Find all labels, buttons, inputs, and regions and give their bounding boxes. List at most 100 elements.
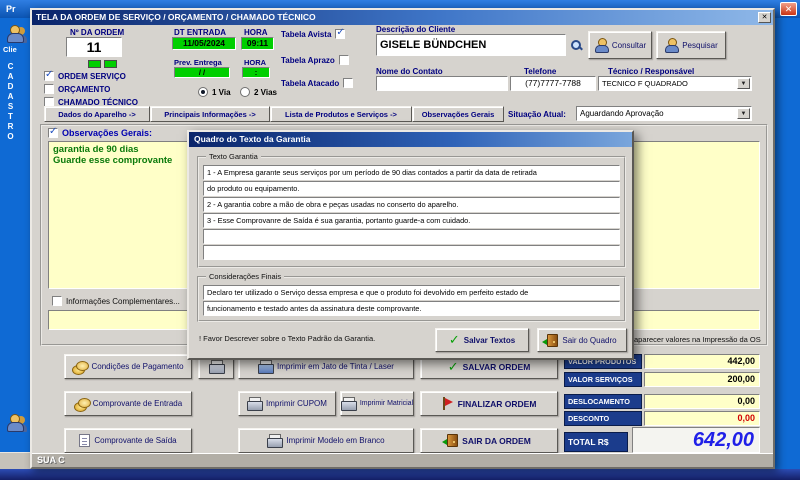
- checkbox-checked-icon[interactable]: [335, 27, 346, 39]
- clients-toolbar-button[interactable]: [6, 25, 24, 47]
- entry-time-field[interactable]: 09:11: [241, 37, 274, 50]
- entry-date-field[interactable]: 11/05/2024: [172, 37, 236, 50]
- order-number-field[interactable]: 11: [66, 37, 122, 57]
- sair-ordem-button[interactable]: SAIR DA ORDEM: [420, 428, 558, 453]
- chevron-down-icon[interactable]: [737, 108, 750, 119]
- comprovante-saida-label: Comprovante de Saída: [94, 436, 177, 445]
- chevron-down-icon[interactable]: [737, 78, 750, 89]
- consideracoes-line-2[interactable]: funcionamento e testado antes da assinat…: [203, 301, 620, 316]
- deslocamento-value[interactable]: 0,00: [644, 394, 760, 409]
- tab-observacoes-gerais[interactable]: Observações Gerais: [412, 106, 504, 122]
- valor-produtos-value[interactable]: 442,00: [644, 354, 760, 369]
- checkbox-icon[interactable]: [44, 84, 54, 94]
- garantia-line-1[interactable]: 1 - A Empresa garante seus serviços por …: [203, 165, 620, 180]
- checkbox-icon[interactable]: [343, 78, 354, 88]
- salvar-textos-button[interactable]: Salvar Textos: [435, 328, 529, 352]
- comprovante-saida-button[interactable]: Comprovante de Saída: [64, 428, 192, 453]
- imprimir-matricial-label: Imprimir Matricial: [359, 400, 414, 407]
- finalizar-ordem-button[interactable]: FINALIZAR ORDEM: [420, 391, 558, 416]
- taskbar[interactable]: [0, 469, 800, 480]
- salvar-textos-label: Salvar Textos: [463, 335, 516, 345]
- tech-value: TECNICO F QUADRADO: [602, 79, 688, 88]
- radio-1-via[interactable]: 1 Via: [198, 87, 231, 97]
- tabela-atacado-label: Tabela Atacado: [281, 78, 340, 88]
- tech-dropdown[interactable]: TECNICO F QUADRADO: [598, 76, 752, 91]
- tab-label: Dados do Aparelho ->: [58, 109, 136, 119]
- client-search-icon[interactable]: [570, 38, 582, 56]
- phone-field[interactable]: (77)7777-7788: [510, 76, 596, 91]
- radio-selected-icon[interactable]: [198, 87, 208, 97]
- pesquisar-button[interactable]: Pesquisar: [656, 31, 726, 59]
- prev-entrega-date-field[interactable]: / /: [174, 67, 230, 78]
- order-type-orcamento[interactable]: ORÇAMENTO: [44, 84, 110, 94]
- tabela-aprazo[interactable]: Tabela Aprazo: [281, 55, 349, 65]
- window-titlebar[interactable]: TELA DA ORDEM DE SERVIÇO / ORÇAMENTO / C…: [32, 10, 773, 25]
- close-icon: ✕: [784, 4, 793, 14]
- tab-principais-informacoes[interactable]: Principais Informações ->: [150, 106, 270, 122]
- garantia-dialog: Quadro do Texto da Garantia Texto Garant…: [187, 130, 634, 360]
- observacoes-gerais-checkbox[interactable]: Observações Gerais:: [48, 126, 152, 138]
- printer-icon: [258, 360, 275, 374]
- radio-2-vias[interactable]: 2 Vias: [240, 87, 277, 97]
- entry-time-label: HORA: [244, 28, 268, 37]
- garantia-line-5[interactable]: [203, 229, 620, 244]
- tab-lista-produtos[interactable]: Lista de Produtos e Serviços ->: [270, 106, 412, 122]
- main-app-close-button[interactable]: ✕: [780, 2, 797, 16]
- salvar-ordem-label: SALVAR ORDEM: [462, 361, 531, 372]
- imprimir-matricial-button[interactable]: Imprimir Matricial: [340, 391, 414, 416]
- desconto-value[interactable]: 0,00: [644, 411, 760, 426]
- mini-green-field-1: [88, 60, 101, 68]
- comprovante-entrada-label: Comprovante de Entrada: [92, 399, 183, 408]
- bottom-toolbar-button[interactable]: [6, 414, 24, 436]
- tab-dados-aparelho[interactable]: Dados do Aparelho ->: [44, 106, 150, 122]
- garantia-line-4[interactable]: 3 - Esse Comprovanre de Saída é sua gara…: [203, 213, 620, 228]
- prev-entrega-time-field[interactable]: :: [242, 67, 270, 78]
- dialog-titlebar[interactable]: Quadro do Texto da Garantia: [189, 132, 632, 147]
- mini-green-field-2: [104, 60, 117, 68]
- sair-quadro-label: Sair do Quadro: [562, 335, 617, 345]
- radio-icon[interactable]: [240, 87, 250, 97]
- window-close-button[interactable]: ✕: [758, 12, 771, 23]
- situacao-dropdown[interactable]: Aguardando Aprovação: [576, 106, 752, 121]
- checkbox-icon[interactable]: [338, 55, 349, 65]
- main-app-title: Pr: [6, 4, 16, 14]
- sair-ordem-label: SAIR DA ORDEM: [462, 435, 531, 446]
- comprovante-entrada-button[interactable]: Comprovante de Entrada: [64, 391, 192, 416]
- informacoes-complementares-label: Informações Complementares...: [66, 296, 180, 306]
- valor-servicos-value[interactable]: 200,00: [644, 372, 760, 387]
- tabela-atacado[interactable]: Tabela Atacado: [281, 78, 354, 88]
- garantia-line-3[interactable]: 2 - A garantia cobre a mão de obra e peç…: [203, 197, 620, 212]
- informacoes-complementares-checkbox[interactable]: Informações Complementares...: [52, 296, 180, 306]
- order-type-servico[interactable]: ORDEM SERVIÇO: [44, 69, 126, 81]
- consultar-button[interactable]: Consultar: [588, 31, 652, 59]
- tabela-avista[interactable]: Tabela Avista: [281, 27, 346, 39]
- checkbox-checked-icon[interactable]: [44, 69, 54, 81]
- imprimir-modelo-branco-button[interactable]: Imprimir Modelo em Branco: [238, 428, 414, 453]
- dialog-title: Quadro do Texto da Garantia: [194, 134, 311, 144]
- imprimir-jato-label: Imprimir em Jato de Tinta / Laser: [277, 362, 394, 371]
- radio-1-via-label: 1 Via: [212, 87, 231, 97]
- situacao-label: Situação Atual:: [508, 110, 566, 119]
- close-icon: ✕: [761, 14, 768, 21]
- imprimir-cupom-button[interactable]: Imprimir CUPOM: [238, 391, 336, 416]
- tabela-avista-label: Tabela Avista: [281, 29, 332, 39]
- imprimir-cupom-label: Imprimir CUPOM: [266, 399, 327, 408]
- contact-field[interactable]: [376, 76, 508, 91]
- garantia-line-6[interactable]: [203, 245, 620, 260]
- impressao-note: aparecer valores na Impressão da OS: [634, 335, 761, 344]
- checkbox-icon[interactable]: [52, 296, 62, 306]
- condicoes-pagamento-button[interactable]: Condições de Pagamento: [64, 354, 192, 379]
- sair-quadro-button[interactable]: Sair do Quadro: [537, 328, 627, 352]
- texto-garantia-label: Texto Garantia: [206, 152, 261, 161]
- consideracoes-line-1[interactable]: Declaro ter utilizado o Serviço dessa em…: [203, 285, 620, 300]
- checkbox-checked-icon[interactable]: [48, 126, 58, 138]
- exit-door-icon: [442, 434, 459, 447]
- tabela-aprazo-label: Tabela Aprazo: [281, 55, 335, 65]
- tab-label: Lista de Produtos e Serviços ->: [285, 109, 397, 119]
- phone-label: Telefone: [524, 67, 557, 76]
- garantia-line-2[interactable]: do produto ou equipamento.: [203, 181, 620, 196]
- background-window-statusbar: [0, 452, 30, 469]
- client-name-field[interactable]: GISELE BÜNDCHEN: [376, 34, 566, 56]
- person-icon: [664, 38, 680, 53]
- people-icon: [6, 414, 24, 432]
